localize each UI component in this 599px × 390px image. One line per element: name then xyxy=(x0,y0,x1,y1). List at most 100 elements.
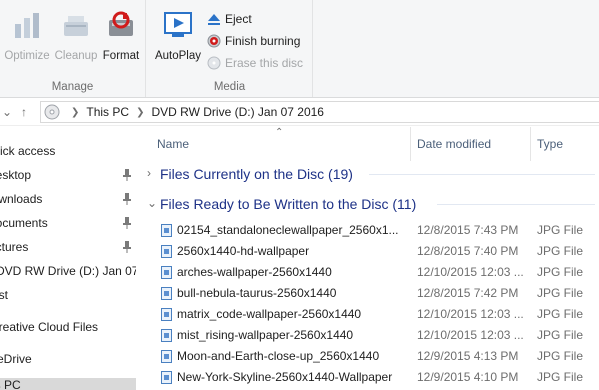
file-date: 12/9/2015 4:13 PM xyxy=(417,349,519,363)
breadcrumb-separator[interactable]: ❯ xyxy=(136,107,144,118)
finish-burning-button[interactable]: Finish burning xyxy=(207,31,300,51)
file-type: JPG File xyxy=(537,349,584,363)
breadcrumb-separator[interactable]: ❯ xyxy=(71,107,79,118)
nav-item-dvd-drive[interactable]: DVD RW Drive (D:) Jan 07 2016 xyxy=(0,260,136,282)
file-name: 02154_standaloneclewallpaper_2560x1... xyxy=(177,223,399,237)
file-row[interactable]: New-York-Skyline-2560x1440-Wallpaper 12/… xyxy=(137,367,599,388)
file-type: JPG File xyxy=(537,370,584,384)
column-divider[interactable] xyxy=(530,127,531,161)
file-type: JPG File xyxy=(537,244,584,258)
nav-item-label: DVD RW Drive (D:) Jan 07 2016 xyxy=(0,264,136,278)
finish-burning-label: Finish burning xyxy=(225,34,301,48)
group-divider xyxy=(437,204,595,205)
group-divider xyxy=(369,174,595,175)
optimize-icon xyxy=(15,13,39,38)
file-row[interactable]: 2560x1440-hd-wallpaper 12/8/2015 7:40 PM… xyxy=(137,241,599,262)
pin-icon xyxy=(123,169,131,181)
group-header-ready[interactable]: ⌄ Files Ready to Be Written to the Disc … xyxy=(137,193,599,215)
file-row[interactable]: matrix_code-wallpaper-2560x1440 12/10/20… xyxy=(137,304,599,325)
autoplay-button[interactable]: AutoPlay xyxy=(153,6,203,66)
nav-item-pictures[interactable]: Pictures xyxy=(0,236,136,258)
file-date: 12/9/2015 4:10 PM xyxy=(417,370,519,384)
column-header-type[interactable]: Type xyxy=(537,137,563,151)
format-label: Format xyxy=(102,50,140,62)
file-name: bull-nebula-taurus-2560x1440 xyxy=(177,286,337,300)
image-file-icon xyxy=(161,371,172,384)
nav-item-label: Desktop xyxy=(0,168,32,182)
image-file-icon xyxy=(161,287,172,300)
nav-item-label: Quick access xyxy=(0,144,56,158)
breadcrumb-dvd-drive[interactable]: DVD RW Drive (D:) Jan 07 2016 xyxy=(151,105,324,119)
file-date: 12/10/2015 12:03 ... xyxy=(417,328,524,342)
nav-item-list[interactable]: ist xyxy=(0,284,136,306)
nav-item-documents[interactable]: Documents xyxy=(0,212,136,234)
erase-disc-label: Erase this disc xyxy=(225,56,304,70)
up-arrow-icon[interactable]: ↑ xyxy=(17,104,31,120)
image-file-icon xyxy=(161,329,172,342)
file-row[interactable]: arches-wallpaper-2560x1440 12/10/2015 12… xyxy=(137,262,599,283)
ribbon-group-media: AutoPlay Eject Finish burning Erase this… xyxy=(147,0,313,97)
column-divider[interactable] xyxy=(410,127,411,161)
nav-item-label: This PC xyxy=(0,378,21,390)
autoplay-label: AutoPlay xyxy=(154,50,202,62)
nav-item-downloads[interactable]: Downloads xyxy=(0,188,136,210)
file-type: JPG File xyxy=(537,286,584,300)
file-name: mist_rising-wallpaper-2560x1440 xyxy=(177,328,354,342)
recent-locations-chevron-icon[interactable]: ⌄ xyxy=(0,104,14,120)
file-date: 12/8/2015 7:42 PM xyxy=(417,286,519,300)
file-name: 2560x1440-hd-wallpaper xyxy=(177,244,310,258)
column-header-date-modified[interactable]: Date modified xyxy=(417,137,491,151)
nav-item-label: Creative Cloud Files xyxy=(0,320,99,334)
eject-icon xyxy=(208,14,220,25)
nav-item-label: OneDrive xyxy=(0,352,32,366)
group-header-on-disc[interactable]: › Files Currently on the Disc (19) xyxy=(137,163,599,185)
image-file-icon xyxy=(161,308,172,321)
erase-disc-button[interactable]: Erase this disc xyxy=(207,53,303,73)
chevron-down-icon[interactable]: ⌄ xyxy=(147,196,157,210)
nav-item-quick-access[interactable]: Quick access xyxy=(0,140,136,162)
file-row[interactable]: bull-nebula-taurus-2560x1440 12/8/2015 7… xyxy=(137,283,599,304)
nav-item-onedrive[interactable]: OneDrive xyxy=(0,348,136,370)
file-row[interactable]: mist_rising-wallpaper-2560x1440 12/10/20… xyxy=(137,325,599,346)
file-name: matrix_code-wallpaper-2560x1440 xyxy=(177,307,362,321)
dvd-drive-icon xyxy=(44,104,60,120)
cleanup-icon xyxy=(64,16,88,36)
file-name: Moon-and-Earth-close-up_2560x1440 xyxy=(177,349,380,363)
breadcrumb-this-pc[interactable]: This PC xyxy=(86,105,129,119)
image-file-icon xyxy=(161,224,172,237)
address-bar: ⌄ ↑ ❯ This PC ❯ DVD RW Drive (D:) Jan 07… xyxy=(0,99,599,126)
group-title: Files Ready to Be Written to the Disc (1… xyxy=(160,196,417,212)
pin-icon xyxy=(123,193,131,205)
group-title: Files Currently on the Disc (19) xyxy=(160,166,353,182)
sort-ascending-icon: ⌃ xyxy=(275,127,284,138)
file-name: arches-wallpaper-2560x1440 xyxy=(177,265,332,279)
column-headers: ⌃ Name Date modified Type xyxy=(137,127,599,161)
manage-group-label: Manage xyxy=(51,81,94,93)
file-row[interactable]: Moon-and-Earth-close-up_2560x1440 12/9/2… xyxy=(137,346,599,367)
nav-item-this-pc[interactable]: This PC xyxy=(0,378,136,390)
nav-item-label: ist xyxy=(0,288,8,302)
ribbon-group-manage: Optimize Cleanup Format Manage xyxy=(0,0,146,97)
image-file-icon xyxy=(161,245,172,258)
autoplay-icon xyxy=(164,12,192,37)
erase-disc-icon xyxy=(207,56,221,70)
nav-item-creative-cloud-files[interactable]: Creative Cloud Files xyxy=(0,316,136,338)
file-type: JPG File xyxy=(537,223,584,237)
file-row[interactable]: 02154_standaloneclewallpaper_2560x1... 1… xyxy=(137,220,599,241)
file-date: 12/10/2015 12:03 ... xyxy=(417,307,524,321)
column-header-name[interactable]: Name xyxy=(157,137,189,151)
image-file-icon xyxy=(161,266,172,279)
pin-icon xyxy=(123,241,131,253)
navigation-pane: Quick access Desktop Downloads Documents… xyxy=(0,127,136,390)
nav-item-label: Pictures xyxy=(0,240,29,254)
chevron-right-icon[interactable]: › xyxy=(147,166,151,180)
file-date: 12/8/2015 7:43 PM xyxy=(417,223,519,237)
file-type: JPG File xyxy=(537,265,584,279)
eject-button[interactable]: Eject xyxy=(207,9,252,29)
file-date: 12/10/2015 12:03 ... xyxy=(417,265,524,279)
address-path[interactable]: ❯ This PC ❯ DVD RW Drive (D:) Jan 07 201… xyxy=(40,101,599,123)
format-button[interactable]: Format xyxy=(96,6,146,66)
nav-item-desktop[interactable]: Desktop xyxy=(0,164,136,186)
burn-disc-icon xyxy=(207,34,221,48)
ribbon: Optimize Cleanup Format Manage AutoPlay … xyxy=(0,0,599,98)
